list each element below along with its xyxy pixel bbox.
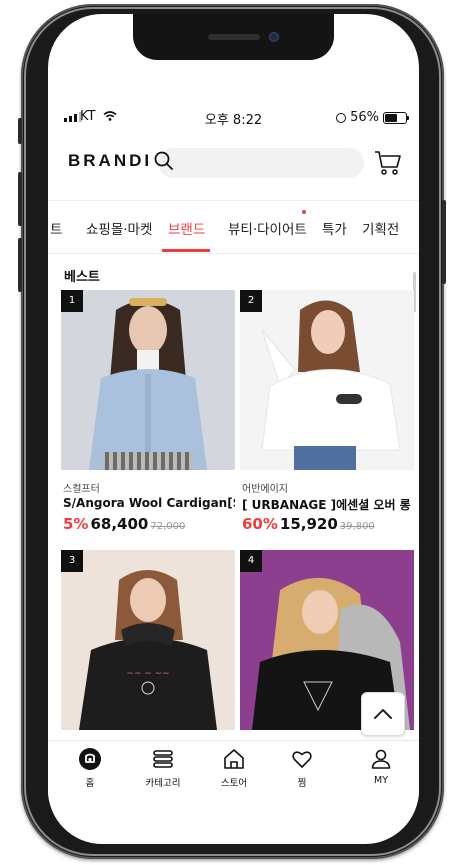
rank-badge: 3 — [61, 550, 83, 572]
phone-notch — [133, 14, 334, 60]
price-row: 5% 68,400 72,000 — [63, 514, 185, 533]
tab-brand[interactable]: 브랜드 — [168, 218, 205, 238]
store-name[interactable]: 어반에이지 — [242, 480, 288, 495]
tab-beauty-diet[interactable]: 뷰티·다이어트 — [228, 218, 307, 238]
nav-my[interactable]: MY — [351, 747, 411, 786]
nav-label: 스토어 — [220, 778, 248, 789]
heart-icon — [292, 751, 312, 768]
user-icon — [371, 749, 391, 769]
brandi-logo[interactable]: BRANDI — [68, 151, 152, 171]
product-name[interactable]: S/Angora Wool Cardigan[SK... — [63, 496, 235, 510]
store-icon — [224, 749, 244, 769]
product-card[interactable]: ~~ ~ ~~ 3 — [61, 550, 235, 740]
tab-partial[interactable]: 트 — [50, 218, 62, 238]
discount-rate: 5% — [63, 515, 89, 533]
bottom-navigation: 홈 카테고리 스토어 찜 MY — [48, 740, 419, 801]
cart-icon[interactable] — [374, 150, 402, 176]
nav-home[interactable]: 홈 — [60, 747, 120, 789]
nav-label: 카테고리 — [145, 778, 181, 789]
rotation-lock-icon — [336, 112, 347, 123]
product-image[interactable]: ~~ ~ ~~ 3 — [61, 550, 235, 730]
rank-badge: 2 — [240, 290, 262, 312]
sale-price: 68,400 — [90, 515, 149, 533]
category-icon — [153, 750, 173, 768]
tab-shopping-mall-market[interactable]: 쇼핑몰·마켓 — [86, 218, 152, 238]
earpiece-speaker — [208, 34, 260, 40]
nav-label: 찜 — [297, 778, 307, 789]
battery-percent: 56% — [350, 110, 379, 125]
nav-label: 홈 — [85, 778, 95, 789]
chevron-up-icon — [374, 709, 392, 719]
active-tab-indicator — [162, 249, 210, 252]
sale-price: 15,920 — [279, 515, 338, 533]
price-row: 60% 15,920 39,800 — [242, 514, 375, 533]
product-name[interactable]: [ URBANAGE ]에센셜 오버 롱 슬... — [242, 496, 414, 513]
phone-side-button — [18, 118, 22, 144]
new-badge-dot — [302, 210, 306, 214]
phone-power-button — [442, 200, 446, 284]
status-bar: KT 오후 8:22 56% — [48, 108, 419, 128]
scroll-to-top-button[interactable] — [361, 692, 405, 736]
nav-wishlist[interactable]: 찜 — [272, 747, 332, 789]
search-icon[interactable] — [152, 149, 176, 173]
product-card[interactable]: 1 스컬프터 S/Angora Wool Cardigan[SK... 5%68… — [61, 290, 235, 540]
app-header: BRANDI — [48, 138, 419, 184]
battery-group: 56% — [336, 110, 409, 125]
phone-volume-down-button — [18, 238, 22, 292]
tab-special-price[interactable]: 특가 — [322, 218, 347, 238]
battery-icon — [383, 111, 409, 124]
section-title: 베스트 — [64, 270, 100, 285]
product-image[interactable]: 1 — [61, 290, 235, 470]
product-image[interactable]: 2 — [240, 290, 414, 470]
original-price: 72,000 — [150, 521, 186, 532]
front-camera — [269, 32, 279, 42]
svg-text:~~ ~ ~~: ~~ ~ ~~ — [126, 669, 169, 679]
search-input[interactable] — [158, 148, 364, 178]
rank-badge: 4 — [240, 550, 262, 572]
nav-store[interactable]: 스토어 — [204, 747, 264, 789]
tab-exhibition[interactable]: 기획전 — [362, 218, 399, 238]
category-tabs: 트 쇼핑몰·마켓 브랜드 뷰티·다이어트 특가 기획전 — [48, 200, 419, 254]
rank-badge: 1 — [61, 290, 83, 312]
store-name[interactable]: 스컬프터 — [63, 480, 100, 495]
nav-label: MY — [374, 775, 388, 786]
phone-volume-up-button — [18, 172, 22, 226]
product-card[interactable]: 2 어반에이지 [ URBANAGE ]에센셜 오버 롱 슬... 60%15,… — [240, 290, 414, 540]
original-price: 39,800 — [339, 521, 375, 532]
discount-rate: 60% — [242, 515, 278, 533]
nav-category[interactable]: 카테고리 — [133, 747, 193, 789]
app-screen: KT 오후 8:22 56% BRANDI 트 쇼핑몰·마켓 브랜드 뷰티·다이… — [48, 14, 419, 844]
home-logo-icon — [79, 748, 101, 770]
